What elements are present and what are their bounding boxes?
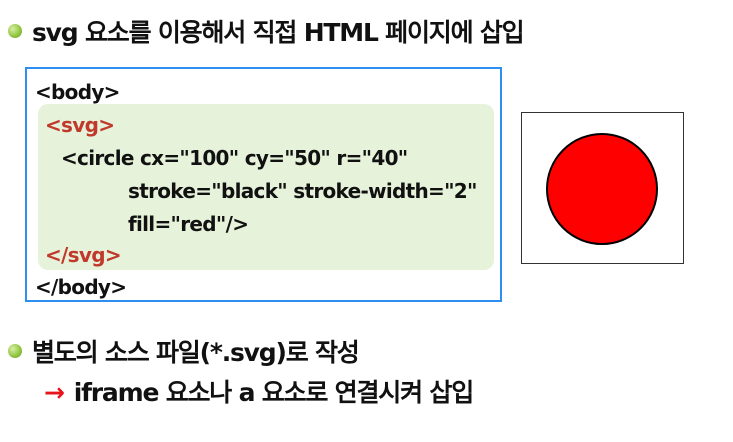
bullet-heading-text: 별도의 소스 파일(*.svg)로 작성 xyxy=(32,338,360,367)
code-circle-line-1: <circle cx="100" cy="50" r="40" xyxy=(61,146,408,170)
red-circle xyxy=(546,133,658,245)
bullet-dot-icon xyxy=(8,344,22,358)
code-circle-line-2: stroke="black" stroke-width="2" xyxy=(128,179,477,203)
bullet-heading-svg-inline: svg 요소를 이용해서 직접 HTML 페이지에 삽입 xyxy=(8,18,525,47)
code-example-box: <body> <svg> <circle cx="100" cy="50" r=… xyxy=(25,67,502,302)
code-body-close: </body> xyxy=(35,275,127,299)
code-svg-open: <svg> xyxy=(45,113,115,137)
right-arrow-icon: → xyxy=(44,378,65,407)
code-svg-close: </svg> xyxy=(45,243,122,267)
svg-render-preview xyxy=(521,112,684,264)
code-body-open: <body> xyxy=(35,80,120,104)
code-circle-line-3: fill="red"/> xyxy=(128,212,249,236)
bullet-heading-text: svg 요소를 이용해서 직접 HTML 페이지에 삽입 xyxy=(32,18,525,47)
bullet-heading-svg-file: 별도의 소스 파일(*.svg)로 작성 xyxy=(8,338,360,367)
bullet-subline-text: iframe 요소나 a 요소로 연결시켜 삽입 xyxy=(73,378,474,407)
bullet-dot-icon xyxy=(8,24,22,38)
svg-canvas xyxy=(546,133,658,245)
bullet-subline: → iframe 요소나 a 요소로 연결시켜 삽입 xyxy=(44,378,474,407)
